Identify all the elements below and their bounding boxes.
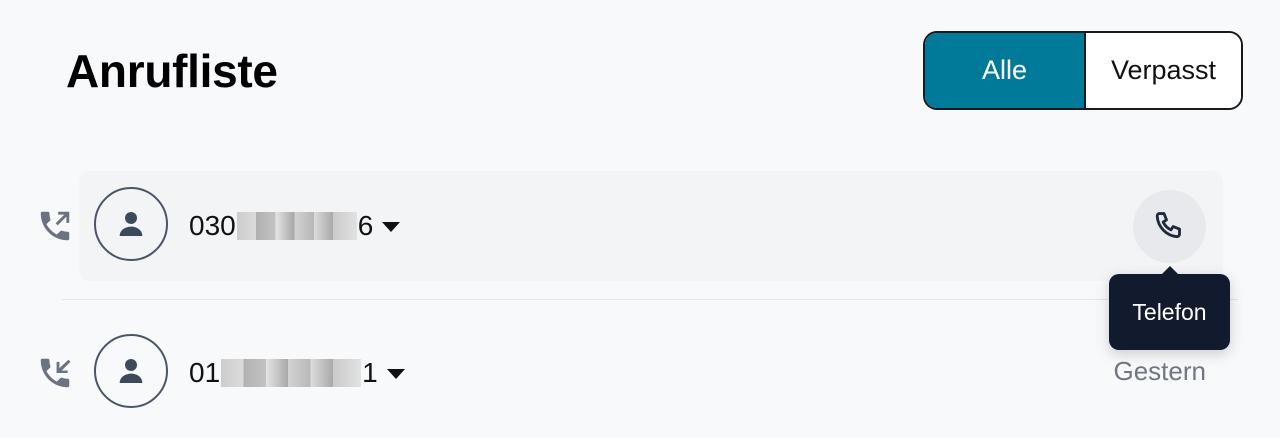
redacted-number [236,212,357,240]
contact-avatar [94,187,168,261]
user-icon [119,212,143,236]
phone-number-prefix: 01 [189,357,221,388]
outgoing-call-icon [40,211,70,241]
caret-down-icon [382,222,401,232]
filter-all-button[interactable]: Alle [925,33,1084,108]
phone-number-dropdown[interactable]: 030 6 [189,207,401,245]
call-list-item[interactable]: 030 6 [0,171,1280,281]
user-icon [119,359,143,383]
incoming-call-icon [40,358,71,388]
call-button[interactable] [1133,190,1206,263]
filter-missed-button[interactable]: Verpasst [1084,33,1241,108]
row-divider [62,299,1238,300]
phone-number-dropdown[interactable]: 01 1 [189,354,405,392]
call-button-tooltip: Telefon [1109,274,1230,350]
page-title: Anrufliste [66,45,278,97]
phone-icon [1155,211,1181,238]
call-list-item[interactable]: 01 1 Gestern [0,318,1280,428]
phone-number-suffix: 6 [357,210,374,241]
caret-down-icon [386,369,405,379]
call-timestamp: Gestern [1113,356,1207,386]
redacted-number [221,359,362,387]
phone-number-suffix: 1 [362,357,378,388]
contact-avatar [94,334,168,408]
call-filter-toggle: Alle Verpasst [923,31,1243,110]
phone-number-prefix: 030 [189,210,236,241]
